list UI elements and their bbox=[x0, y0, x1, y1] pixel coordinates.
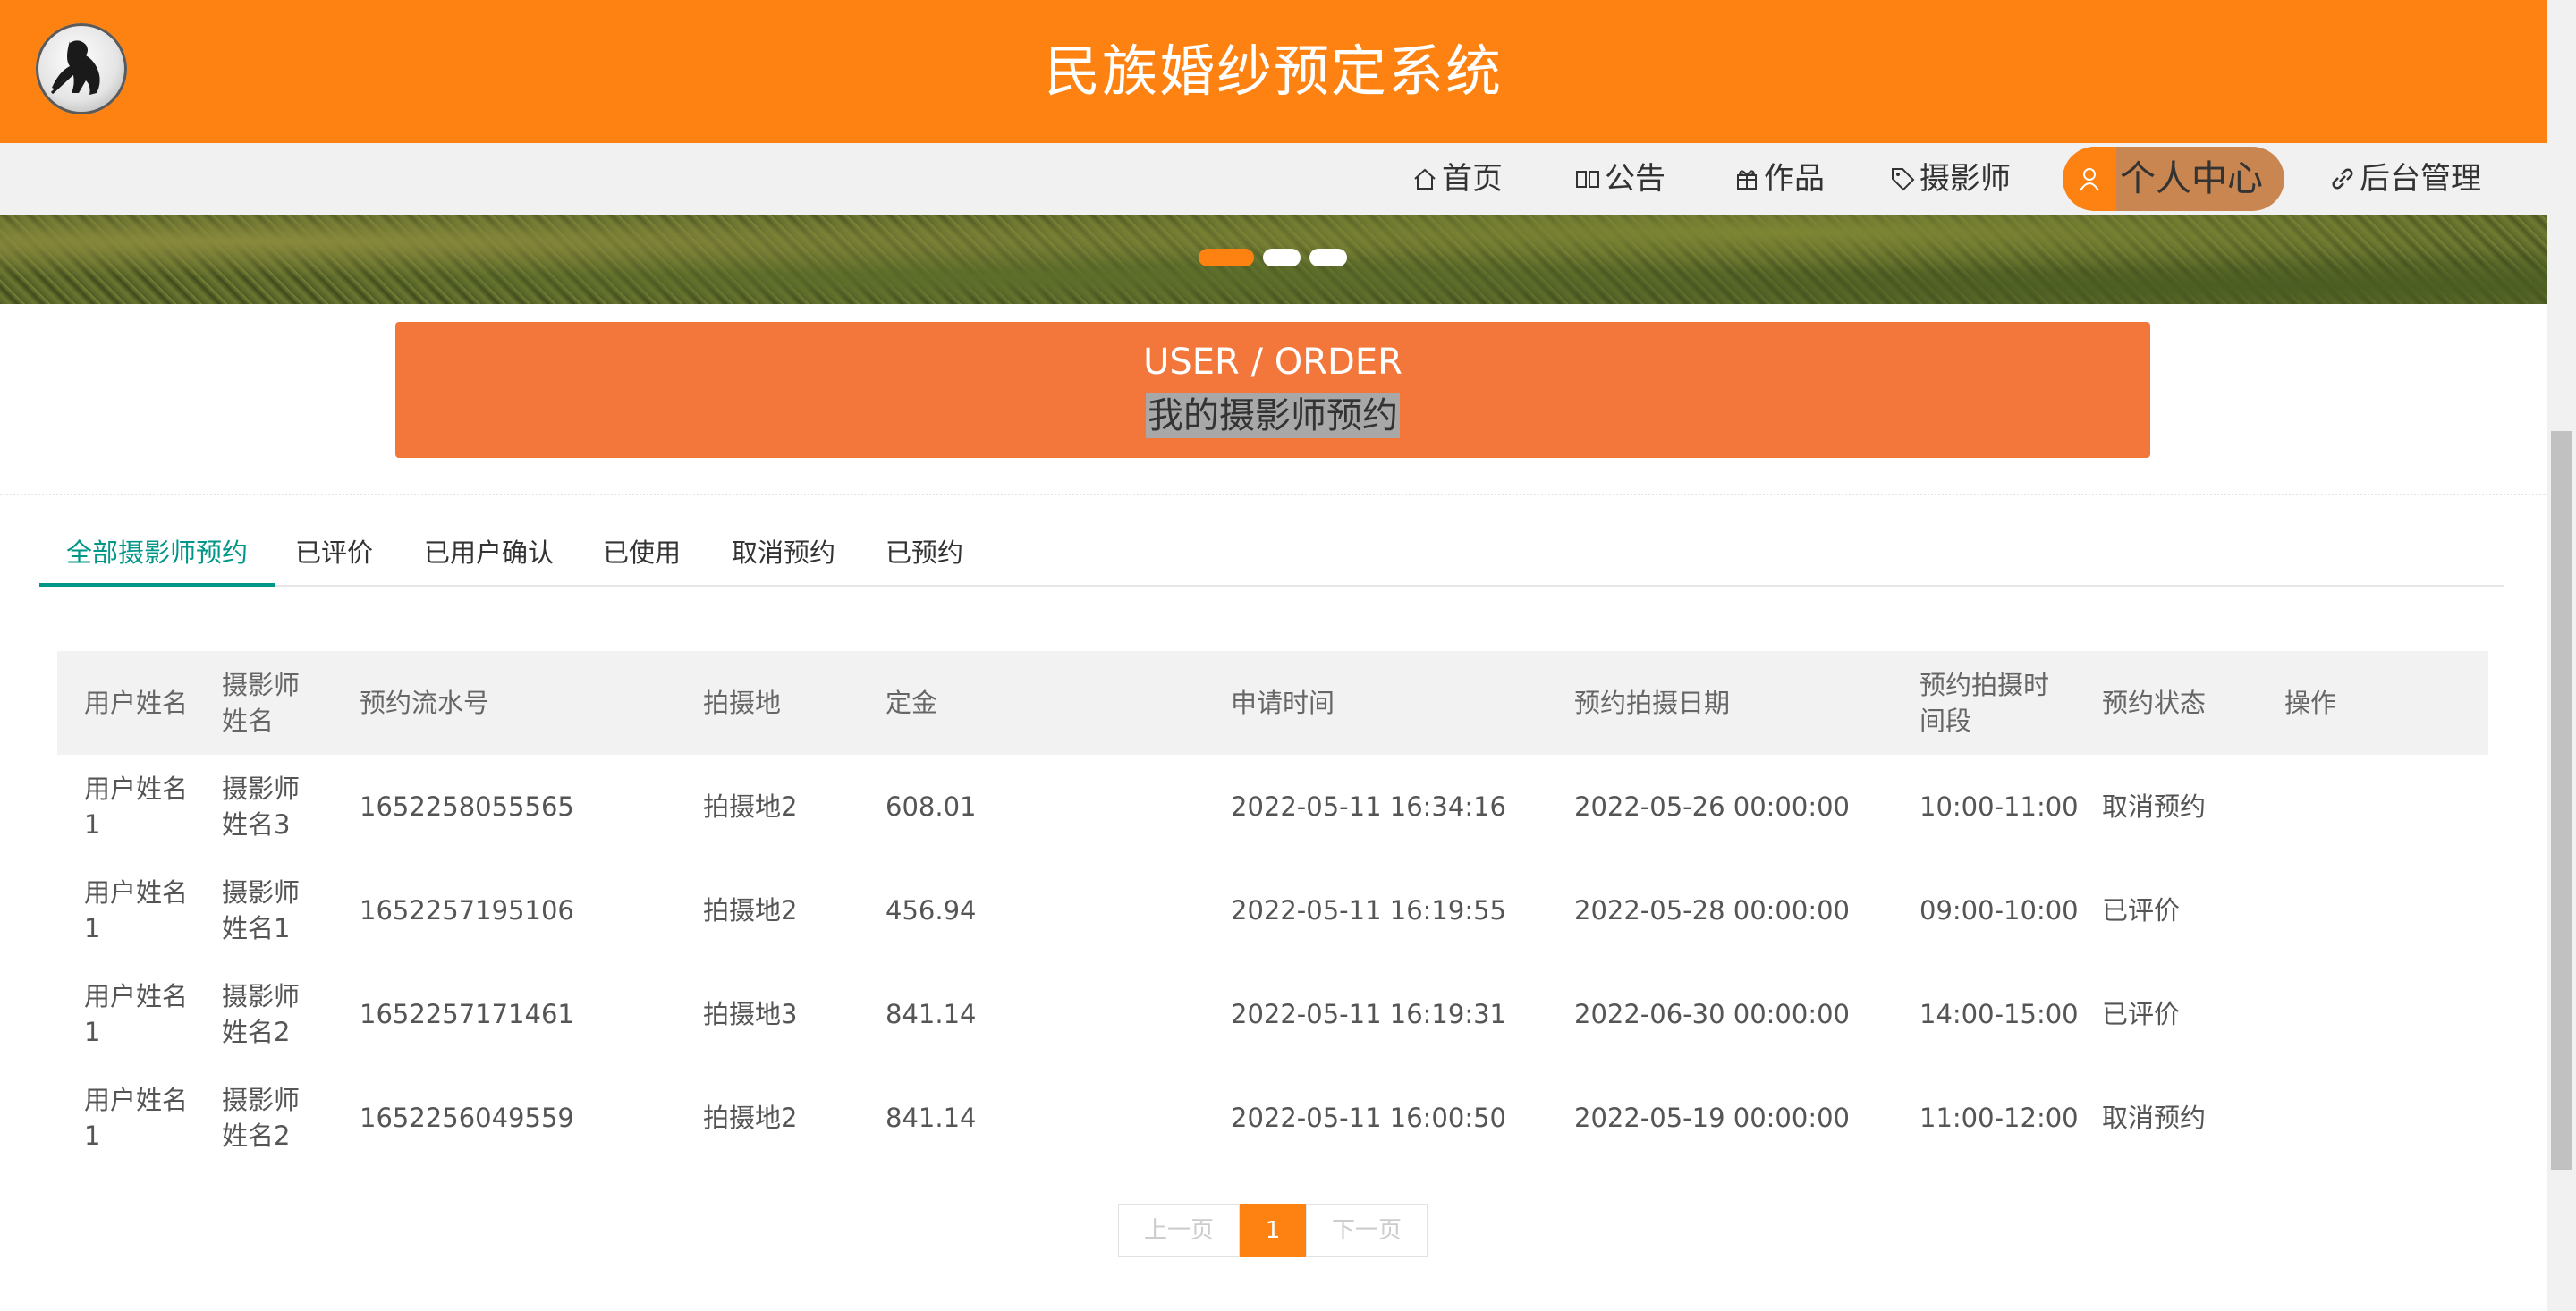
table-cell: 摄影师姓名2 bbox=[222, 1085, 301, 1151]
table-cell: 14:00-15:00 bbox=[1919, 999, 2079, 1029]
site-title: 民族婚纱预定系统 bbox=[1044, 38, 1503, 104]
home-icon bbox=[1414, 168, 1436, 190]
table-cell: 09:00-10:00 bbox=[1919, 895, 2079, 926]
table-cell: 用户姓名1 bbox=[84, 877, 189, 943]
page-title: 我的摄影师预约 bbox=[1146, 393, 1400, 438]
nav-item-personal-center[interactable]: 个人中心 bbox=[2063, 147, 2284, 211]
table-cell: 用户姓名1 bbox=[84, 774, 189, 840]
column-header: 预约状态 bbox=[2102, 688, 2207, 718]
action-cell[interactable] bbox=[2284, 858, 2445, 962]
nav-item-admin[interactable]: 后台管理 bbox=[2329, 143, 2481, 215]
column-header: 用户姓名 bbox=[84, 688, 189, 718]
nav-item-label: 公告 bbox=[1605, 161, 1665, 197]
vertical-scrollbar[interactable] bbox=[2547, 0, 2576, 1311]
column-header: 操作 bbox=[2284, 688, 2337, 718]
status-cell: 已评价 bbox=[2102, 895, 2181, 926]
table-cell: 拍摄地2 bbox=[703, 895, 798, 926]
nav-item-label: 首页 bbox=[1442, 161, 1503, 197]
table-cell: 2022-05-11 16:19:31 bbox=[1231, 999, 1506, 1029]
carousel-dot-2[interactable] bbox=[1263, 249, 1301, 266]
carousel-dot-1[interactable] bbox=[1199, 249, 1254, 266]
table-cell: 1652257171461 bbox=[360, 999, 574, 1029]
table-cell: 拍摄地2 bbox=[703, 791, 798, 822]
table-cell: 841.14 bbox=[886, 1103, 977, 1133]
site-header: 民族婚纱预定系统 bbox=[0, 0, 2547, 143]
column-header: 预约拍摄时间段 bbox=[1919, 670, 2050, 736]
order-tabs: 全部摄影师预约 已评价 已用户确认 已使用 取消预约 已预约 bbox=[39, 520, 2504, 587]
tab-booked[interactable]: 已预约 bbox=[886, 520, 963, 585]
table-cell: 1652256049559 bbox=[360, 1103, 574, 1133]
table-row[interactable]: 用户姓名1 摄影师姓名1 1652257195106 拍摄地2 456.94 2… bbox=[57, 858, 2488, 962]
tab-all[interactable]: 全部摄影师预约 bbox=[39, 520, 275, 587]
table-row[interactable]: 用户姓名1 摄影师姓名3 1652258055565 拍摄地2 608.01 2… bbox=[57, 755, 2488, 858]
table-cell: 拍摄地3 bbox=[703, 999, 798, 1029]
table-cell: 456.94 bbox=[886, 895, 977, 926]
page-header-en: USER / ORDER bbox=[1143, 342, 1402, 383]
action-cell[interactable] bbox=[2284, 1066, 2445, 1170]
carousel-dot-3[interactable] bbox=[1309, 249, 1347, 266]
column-header: 预约流水号 bbox=[360, 688, 490, 718]
table-cell: 2022-06-30 00:00:00 bbox=[1574, 999, 1850, 1029]
gift-icon bbox=[1737, 170, 1757, 190]
table-cell: 2022-05-28 00:00:00 bbox=[1574, 895, 1850, 926]
table-cell: 用户姓名1 bbox=[84, 1085, 189, 1151]
column-header: 定金 bbox=[886, 688, 938, 718]
tab-rated[interactable]: 已评价 bbox=[295, 520, 373, 585]
table-cell: 摄影师姓名3 bbox=[222, 774, 301, 840]
nav-item-photographer[interactable]: 摄影师 bbox=[1889, 143, 2011, 215]
table-cell: 2022-05-26 00:00:00 bbox=[1574, 791, 1850, 822]
column-header: 预约拍摄日期 bbox=[1574, 688, 1731, 718]
tag-icon bbox=[1892, 168, 1915, 191]
status-cell: 取消预约 bbox=[2102, 791, 2207, 822]
page-number-button[interactable]: 1 bbox=[1240, 1204, 1306, 1257]
nav-item-home[interactable]: 首页 bbox=[1411, 143, 1503, 215]
tab-used[interactable]: 已使用 bbox=[603, 520, 681, 585]
column-header: 申请时间 bbox=[1231, 688, 1335, 718]
user-icon bbox=[2063, 147, 2116, 211]
book-icon bbox=[1576, 171, 1599, 188]
table-cell: 1652258055565 bbox=[360, 791, 574, 822]
nav-item-label: 个人中心 bbox=[2120, 158, 2263, 199]
table-cell: 2022-05-11 16:34:16 bbox=[1231, 791, 1506, 822]
status-cell: 取消预约 bbox=[2102, 1103, 2207, 1133]
table-cell: 608.01 bbox=[886, 791, 977, 822]
action-cell[interactable] bbox=[2284, 962, 2445, 1066]
divider bbox=[0, 494, 2547, 495]
table-cell: 用户姓名1 bbox=[84, 981, 189, 1047]
tab-user-confirmed[interactable]: 已用户确认 bbox=[424, 520, 554, 585]
scrollbar-thumb[interactable] bbox=[2551, 431, 2572, 1170]
nav-item-label: 作品 bbox=[1764, 161, 1825, 197]
table-row[interactable]: 用户姓名1 摄影师姓名2 1652256049559 拍摄地2 841.14 2… bbox=[57, 1066, 2488, 1170]
tab-cancelled[interactable]: 取消预约 bbox=[732, 520, 835, 585]
main-nav: 首页 公告 作品 摄影师 个人中心 后台管理 bbox=[0, 143, 2547, 215]
column-header: 拍摄地 bbox=[703, 688, 782, 718]
nav-item-label: 摄影师 bbox=[1919, 161, 2011, 197]
table-cell: 1652257195106 bbox=[360, 895, 574, 926]
link-icon bbox=[2332, 168, 2353, 190]
table-cell: 2022-05-11 16:19:55 bbox=[1231, 895, 1506, 926]
nav-item-works[interactable]: 作品 bbox=[1733, 143, 1825, 215]
status-cell: 已评价 bbox=[2102, 999, 2181, 1029]
prev-page-button[interactable]: 上一页 bbox=[1118, 1204, 1240, 1257]
table-cell: 拍摄地2 bbox=[703, 1103, 798, 1133]
table-cell: 摄影师姓名1 bbox=[222, 877, 301, 943]
next-page-button[interactable]: 下一页 bbox=[1306, 1204, 1428, 1257]
pagination: 上一页 1 下一页 bbox=[1118, 1204, 1428, 1257]
page-header: USER / ORDER 我的摄影师预约 bbox=[395, 322, 2150, 458]
action-cell[interactable] bbox=[2284, 755, 2445, 858]
column-header: 摄影师姓名 bbox=[222, 670, 301, 736]
nav-item-notice[interactable]: 公告 bbox=[1574, 143, 1665, 215]
table-cell: 841.14 bbox=[886, 999, 977, 1029]
table-cell: 11:00-12:00 bbox=[1919, 1103, 2079, 1133]
nav-item-label: 后台管理 bbox=[2360, 161, 2481, 197]
table-cell: 10:00-11:00 bbox=[1919, 791, 2079, 822]
table-row[interactable]: 用户姓名1 摄影师姓名2 1652257171461 拍摄地3 841.14 2… bbox=[57, 962, 2488, 1066]
table-cell: 2022-05-11 16:00:50 bbox=[1231, 1103, 1506, 1133]
table-header: 用户姓名 摄影师姓名 预约流水号 拍摄地 定金 申请时间 预约拍摄日期 预约拍摄… bbox=[57, 651, 2488, 755]
table-cell: 摄影师姓名2 bbox=[222, 981, 301, 1047]
table-cell: 2022-05-19 00:00:00 bbox=[1574, 1103, 1850, 1133]
